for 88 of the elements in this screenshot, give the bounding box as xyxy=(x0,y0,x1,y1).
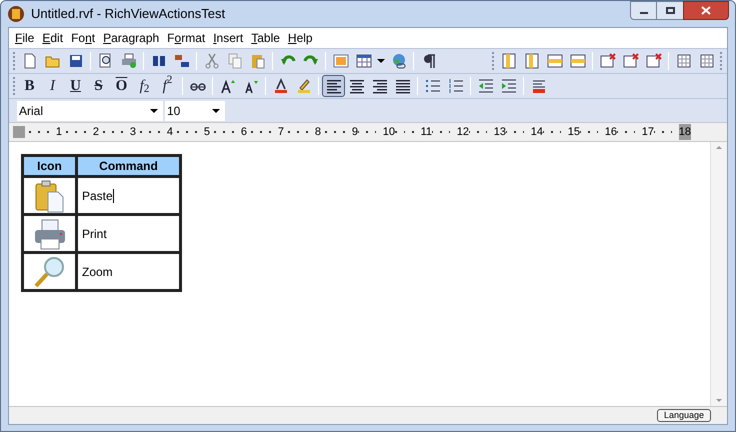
table-icon xyxy=(356,53,372,69)
clipboard-icon xyxy=(250,53,266,69)
image-icon xyxy=(332,53,348,69)
close-icon xyxy=(701,6,711,15)
align-icon xyxy=(326,78,342,94)
magnifier-page-icon xyxy=(98,53,114,69)
format-button[interactable]: U xyxy=(64,75,87,97)
table-delete-icon xyxy=(600,53,616,69)
ruler-number: 7 xyxy=(278,124,284,140)
ruler-number: 5 xyxy=(204,124,210,140)
menu-item[interactable]: Edit xyxy=(38,29,68,47)
copy-icon xyxy=(226,53,242,69)
ruler-number: 10 xyxy=(382,124,395,140)
printer-icon xyxy=(32,216,66,250)
align-icon xyxy=(348,78,364,94)
clipboard-icon xyxy=(32,178,66,212)
window-title: Untitled.rvf - RichViewActionsTest xyxy=(31,5,226,24)
spellcheck-icon xyxy=(174,53,190,69)
ruler-number: 14 xyxy=(530,124,543,140)
menu-item[interactable]: Paragraph xyxy=(99,29,164,47)
format-button[interactable]: S xyxy=(87,75,110,97)
align-icon xyxy=(372,78,388,94)
table-delete-icon xyxy=(646,53,662,69)
table-cell: Paste xyxy=(82,188,113,202)
font-color-icon xyxy=(272,78,288,94)
ruler-number: 13 xyxy=(494,124,506,140)
table-delete-icon xyxy=(622,53,638,69)
menu-item[interactable]: Table xyxy=(247,29,284,47)
ruler-number: 17 xyxy=(642,124,654,140)
table-cell: Print xyxy=(82,226,107,240)
menu-item[interactable]: File xyxy=(11,29,38,47)
align-icon xyxy=(394,78,410,94)
table-row-icon xyxy=(570,53,586,69)
table-cell: Zoom xyxy=(82,264,113,278)
format-button[interactable]: I xyxy=(41,75,64,97)
scissors-icon xyxy=(204,53,220,69)
maximize-button[interactable] xyxy=(657,1,683,20)
paragraph-color-icon xyxy=(530,78,546,94)
indent-icon xyxy=(500,78,516,94)
ruler-number: 12 xyxy=(456,124,469,140)
format-button[interactable]: f$^{2}$ xyxy=(156,75,179,97)
menu-item[interactable]: Format xyxy=(163,29,210,47)
bullet-list-icon xyxy=(424,78,440,94)
magnifier-icon xyxy=(32,254,66,288)
format-button[interactable]: f$_{2}$ xyxy=(133,75,156,97)
grow-font-icon xyxy=(220,78,236,94)
binoculars-icon xyxy=(150,53,166,69)
grid-icon xyxy=(698,53,714,69)
column-header: Icon xyxy=(22,156,76,176)
numbered-list-icon xyxy=(448,78,464,94)
ruler-number: 6 xyxy=(240,124,247,140)
page-icon xyxy=(22,53,38,69)
align-button[interactable] xyxy=(322,75,345,97)
margin-marker[interactable] xyxy=(13,126,25,138)
grid-icon xyxy=(676,53,692,69)
table-column-icon xyxy=(524,53,540,69)
menu-item[interactable]: Insert xyxy=(209,29,248,47)
format-button[interactable]: B xyxy=(18,75,41,97)
column-header: Command xyxy=(76,156,180,176)
ruler-number: 15 xyxy=(568,124,580,140)
app-icon xyxy=(7,5,25,23)
table-row-icon xyxy=(546,53,562,69)
ruler-number: 1 xyxy=(56,124,62,140)
table-column-icon xyxy=(500,53,516,69)
ruler-number: 9 xyxy=(352,124,358,140)
font-name-dropdown[interactable]: Arial xyxy=(17,100,163,120)
ruler-number: 8 xyxy=(314,124,321,140)
menu-item[interactable]: Font xyxy=(67,29,100,47)
ruler-number: 2 xyxy=(92,124,99,140)
highlighter-icon xyxy=(296,78,312,94)
ruler-number: 3 xyxy=(130,124,136,140)
minimize-button[interactable] xyxy=(630,1,657,20)
font-size-dropdown[interactable]: 10 xyxy=(165,100,225,120)
outdent-icon xyxy=(478,78,494,94)
globe-link-icon xyxy=(390,53,406,69)
language-button[interactable]: Language xyxy=(656,409,711,422)
dropdown-arrow-icon[interactable] xyxy=(377,59,385,63)
floppy-icon xyxy=(68,53,84,69)
ruler-number: 11 xyxy=(420,124,432,140)
ruler-number: 18 xyxy=(678,124,691,140)
format-button[interactable]: O xyxy=(110,75,133,97)
text-caret xyxy=(112,189,114,204)
close-button[interactable] xyxy=(683,1,729,20)
shrink-font-icon xyxy=(242,78,258,94)
menu-item[interactable]: Help xyxy=(284,29,317,47)
printer-icon xyxy=(120,53,136,69)
ruler-number: 16 xyxy=(604,124,617,140)
ruler-number: 4 xyxy=(166,124,173,140)
